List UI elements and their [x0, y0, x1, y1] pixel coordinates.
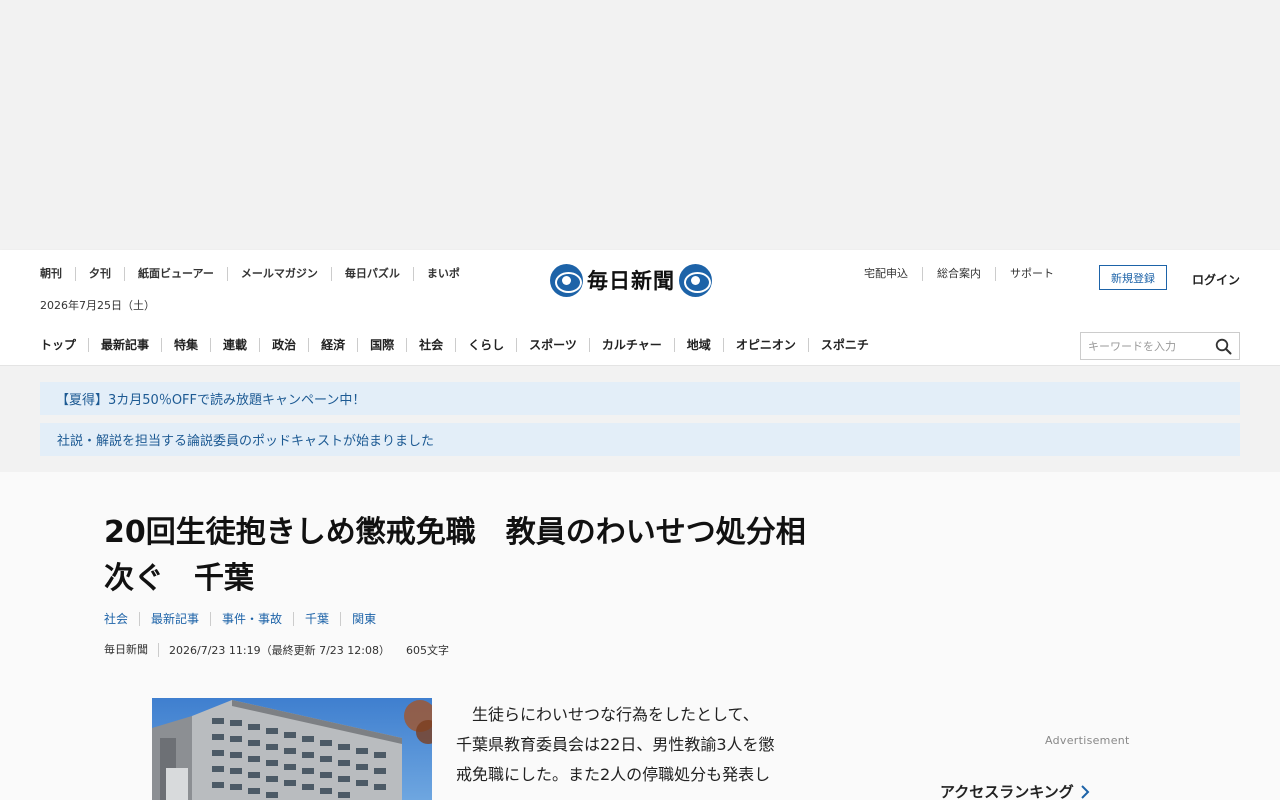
chevron-right-icon: [1081, 784, 1090, 799]
building-photo-image: [152, 698, 432, 800]
category-link-incidents[interactable]: 事件・事故: [210, 612, 293, 626]
logo-text: 毎日新聞: [587, 269, 675, 293]
logo-emblem-icon: [550, 263, 583, 297]
category-link-latest[interactable]: 最新記事: [139, 612, 210, 626]
article-char-count: 605文字: [406, 644, 449, 657]
util-link-puzzle[interactable]: 毎日パズル: [330, 267, 413, 281]
category-link-chiba[interactable]: 千葉: [293, 612, 340, 626]
nav-item-politics[interactable]: 政治: [259, 338, 308, 352]
util-link-delivery[interactable]: 宅配申込: [864, 267, 922, 281]
logo-emblem-icon: [679, 263, 712, 297]
podcast-notice-link[interactable]: 社説・解説を担当する論説委員のポッドキャストが始まりました: [40, 423, 1240, 456]
site-header: 朝刊 夕刊 紙面ビューアー メールマガジン 毎日パズル まいポ 2026年7月2…: [0, 250, 1280, 366]
article-body: 生徒らにわいせつな行為をしたとして、 千葉県教育委員会は22日、男性教諭3人を懲…: [456, 700, 836, 790]
util-link-mail-magazine[interactable]: メールマガジン: [226, 267, 331, 281]
login-button[interactable]: ログイン: [1192, 271, 1240, 288]
util-link-evening-edition[interactable]: 夕刊: [75, 267, 124, 281]
global-nav: トップ 最新記事 特集 連載 政治 経済 国際 社会 くらし スポーツ カルチャ…: [40, 338, 881, 352]
category-link-kanto[interactable]: 関東: [340, 612, 387, 626]
current-date: 2026年7月25日（土）: [40, 299, 155, 312]
access-ranking-link[interactable]: アクセスランキング: [940, 781, 1090, 800]
nav-item-culture[interactable]: カルチャー: [588, 338, 674, 352]
article-title-line: 20回生徒抱きしめ懲戒免職 教員のわいせつ処分相: [104, 515, 806, 550]
article-title-line: 次ぐ 千葉: [104, 561, 254, 596]
nav-item-sports[interactable]: スポーツ: [516, 338, 589, 352]
search-icon[interactable]: [1215, 338, 1232, 355]
search-input[interactable]: [1081, 334, 1211, 358]
utility-links-left: 朝刊 夕刊 紙面ビューアー メールマガジン 毎日パズル まいポ: [40, 267, 473, 281]
article-body-line: 生徒らにわいせつな行為をしたとして、: [456, 705, 759, 724]
article-photo[interactable]: [152, 698, 432, 800]
nav-item-regional[interactable]: 地域: [673, 338, 723, 352]
top-advertisement-area: [0, 0, 1280, 250]
article-body-line: 戒免職にした。また2人の停職処分も発表し: [456, 765, 771, 784]
site-logo[interactable]: 毎日新聞: [550, 263, 730, 297]
nav-item-top[interactable]: トップ: [40, 338, 88, 352]
nav-item-series[interactable]: 連載: [210, 338, 259, 352]
article-title: 20回生徒抱きしめ懲戒免職 教員のわいせつ処分相 次ぐ 千葉: [104, 510, 894, 602]
article-source: 毎日新聞: [104, 643, 159, 657]
ranking-title: アクセスランキング: [940, 783, 1074, 800]
utility-links-right: 宅配申込 総合案内 サポート: [864, 267, 1068, 281]
util-link-support[interactable]: サポート: [995, 267, 1068, 281]
nav-item-international[interactable]: 国際: [357, 338, 406, 352]
register-button[interactable]: 新規登録: [1099, 265, 1167, 290]
util-link-guide[interactable]: 総合案内: [922, 267, 995, 281]
nav-item-society[interactable]: 社会: [406, 338, 455, 352]
category-link-society[interactable]: 社会: [104, 612, 139, 626]
nav-item-lifestyle[interactable]: くらし: [455, 338, 516, 352]
util-link-morning-edition[interactable]: 朝刊: [40, 267, 75, 281]
article-body-line: 千葉県教育委員会は22日、男性教諭3人を懲: [456, 735, 775, 754]
advertisement-label: Advertisement: [1045, 734, 1130, 747]
nav-item-economy[interactable]: 経済: [308, 338, 357, 352]
campaign-notice-link[interactable]: 【夏得】3カ月50％OFFで読み放題キャンペーン中！: [40, 382, 1240, 415]
notice-area: 【夏得】3カ月50％OFFで読み放題キャンペーン中！ 社説・解説を担当する論説委…: [0, 366, 1280, 472]
article-categories: 社会 最新記事 事件・事故 千葉 関東: [104, 612, 387, 626]
nav-item-opinion[interactable]: オピニオン: [722, 338, 808, 352]
article-header: 20回生徒抱きしめ懲戒免職 教員のわいせつ処分相 次ぐ 千葉: [104, 510, 894, 602]
util-link-maipo[interactable]: まいポ: [412, 267, 473, 281]
article-timestamp: 2026/7/23 11:19（最終更新 7/23 12:08）: [169, 644, 390, 657]
search-box: [1080, 332, 1240, 360]
nav-item-latest[interactable]: 最新記事: [88, 338, 161, 352]
nav-item-sponichi[interactable]: スポニチ: [807, 338, 881, 352]
article-meta: 毎日新聞 2026/7/23 11:19（最終更新 7/23 12:08） 60…: [104, 642, 449, 658]
util-link-paper-viewer[interactable]: 紙面ビューアー: [124, 267, 227, 281]
nav-item-features[interactable]: 特集: [161, 338, 210, 352]
